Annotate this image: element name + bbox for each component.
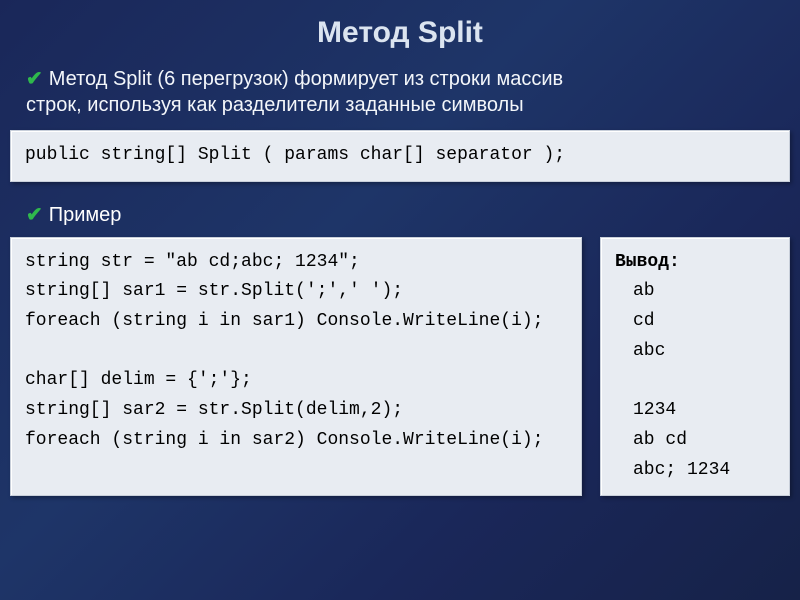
code-block: string str = "ab cd;abc; 1234"; string[]… xyxy=(10,237,582,497)
output-line: ab cd xyxy=(615,426,687,456)
code-line: string str = "ab cd;abc; 1234"; xyxy=(25,252,360,272)
code-line: string[] sar1 = str.Split(';',' '); xyxy=(25,281,403,301)
slide-title: Метод Split xyxy=(0,0,800,60)
example-label: ✔ Пример xyxy=(0,198,800,237)
example-row: string str = "ab cd;abc; 1234"; string[]… xyxy=(0,237,800,497)
example-text: Пример xyxy=(49,204,122,226)
desc-line2: строк, используя как разделители заданны… xyxy=(26,94,524,116)
output-line: cd xyxy=(615,307,655,337)
code-line: foreach (string i in sar2) Console.Write… xyxy=(25,430,543,450)
check-icon: ✔ xyxy=(26,202,43,227)
description: ✔ Метод Split (6 перегрузок) формирует из… xyxy=(0,60,800,130)
code-line: char[] delim = {';'}; xyxy=(25,370,252,390)
method-signature: public string[] Split ( params char[] se… xyxy=(10,130,790,182)
check-icon: ✔ xyxy=(26,66,43,92)
code-line: foreach (string i in sar1) Console.Write… xyxy=(25,311,543,331)
code-line: string[] sar2 = str.Split(delim,2); xyxy=(25,400,403,420)
desc-line1: Метод Split (6 перегрузок) формирует из … xyxy=(49,68,563,90)
output-line: abc; 1234 xyxy=(615,456,730,486)
output-block: Вывод: ab cd abc 1234 ab cd abc; 1234 xyxy=(600,237,790,497)
output-line: ab xyxy=(615,277,655,307)
output-title: Вывод: xyxy=(615,252,680,272)
output-line: 1234 xyxy=(615,396,676,426)
output-line: abc xyxy=(615,337,665,367)
